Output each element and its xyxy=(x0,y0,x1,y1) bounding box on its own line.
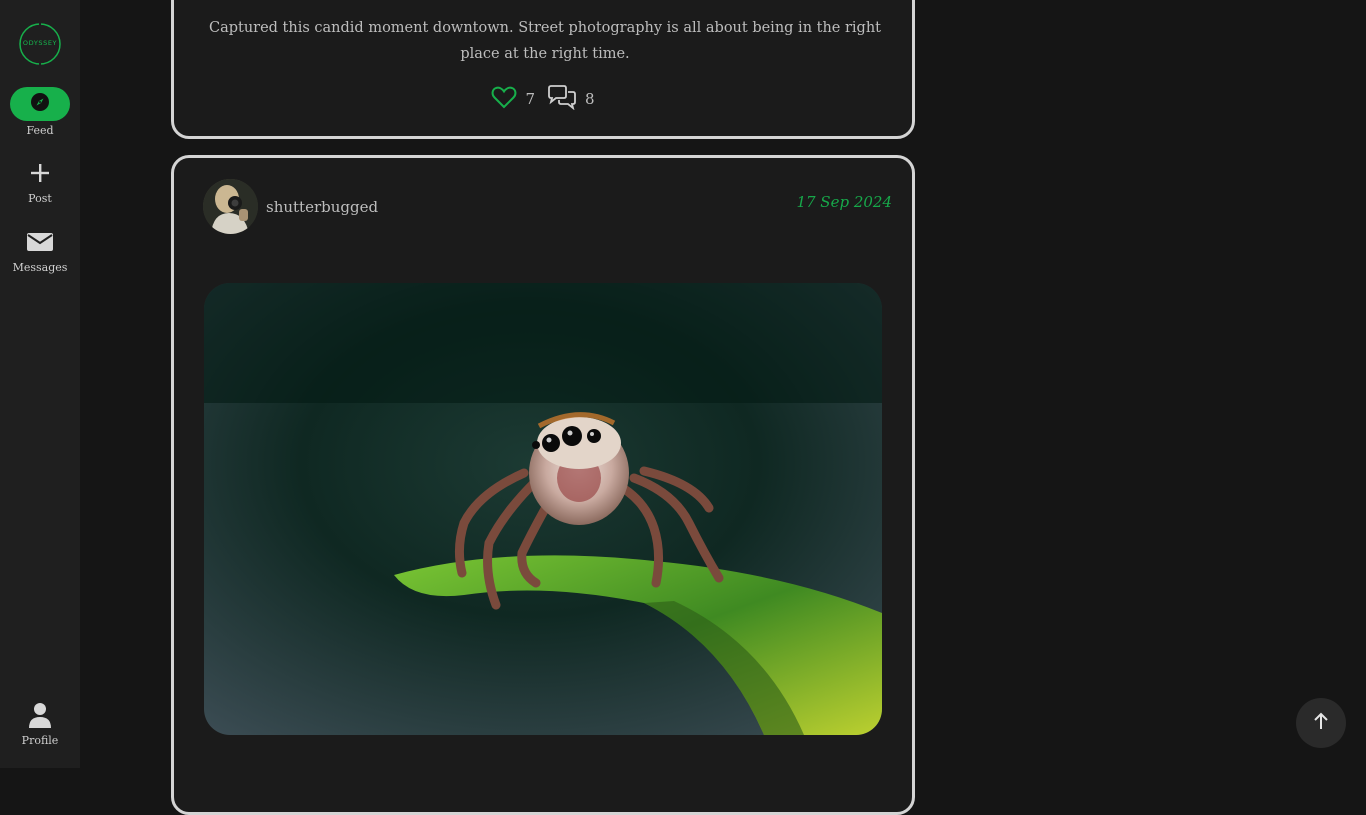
feed-pill[interactable] xyxy=(10,87,70,121)
heart-icon xyxy=(491,85,517,113)
sidebar-item-label: Post xyxy=(28,192,52,205)
feed-post: shutterbugged 17 Sep 2024 xyxy=(171,155,915,815)
comment-count: 8 xyxy=(585,90,595,108)
arrow-up-icon xyxy=(1313,712,1329,734)
user-icon xyxy=(29,702,51,732)
sidebar-item-messages[interactable]: Messages xyxy=(0,229,80,274)
username[interactable]: shutterbugged xyxy=(266,198,378,216)
plus-icon xyxy=(30,163,50,187)
sidebar-item-label: Profile xyxy=(21,734,59,747)
post-image[interactable] xyxy=(204,283,882,735)
envelope-icon xyxy=(27,232,53,256)
sidebar: ODYSSEY Feed Post Messages Profile xyxy=(0,0,80,768)
post-caption: Captured this candid moment downtown. St… xyxy=(208,20,882,62)
like-count: 7 xyxy=(525,90,535,108)
spider-photo xyxy=(204,283,882,735)
logo-text: ODYSSEY xyxy=(22,39,58,47)
post-author[interactable]: shutterbugged xyxy=(203,179,378,234)
feed-post: Captured this candid moment downtown. St… xyxy=(171,0,915,139)
sidebar-item-feed[interactable]: Feed xyxy=(0,87,80,137)
compass-icon xyxy=(30,92,50,116)
avatar-photo xyxy=(203,179,258,234)
post-actions: 7 8 xyxy=(174,84,912,114)
app-logo[interactable]: ODYSSEY xyxy=(18,22,62,66)
post-date: 17 Sep 2024 xyxy=(796,193,892,211)
avatar[interactable] xyxy=(203,179,258,234)
sidebar-item-post[interactable]: Post xyxy=(0,160,80,205)
comments-icon xyxy=(547,84,577,114)
sidebar-item-profile[interactable]: Profile xyxy=(0,702,80,747)
comment-button[interactable]: 8 xyxy=(547,84,595,114)
sidebar-item-label: Feed xyxy=(26,124,54,137)
scroll-to-top-button[interactable] xyxy=(1296,698,1346,748)
like-button[interactable]: 7 xyxy=(491,85,535,113)
sidebar-item-label: Messages xyxy=(12,261,68,274)
